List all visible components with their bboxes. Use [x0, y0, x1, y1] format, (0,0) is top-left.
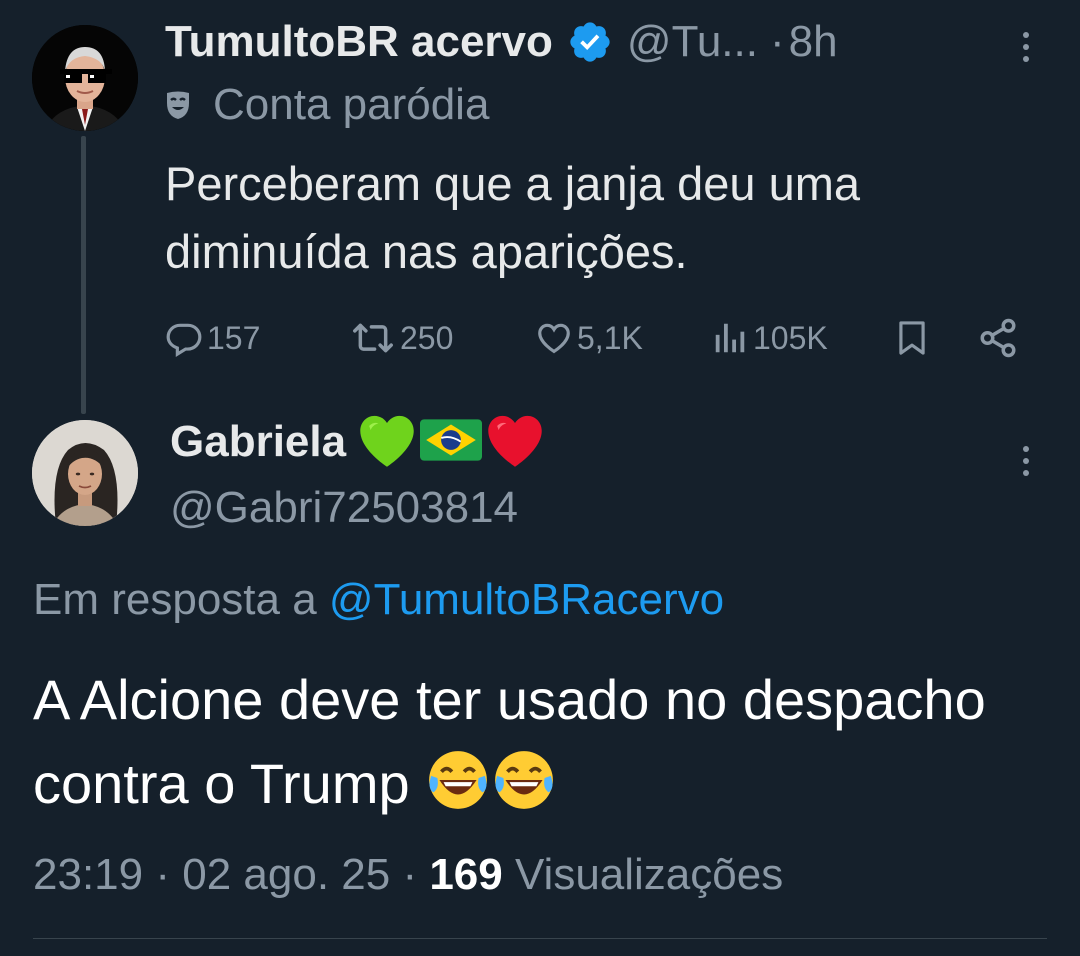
header-separator: ·: [769, 17, 785, 66]
parent-tweet-text: Perceberam que a janja deu uma diminuída…: [165, 157, 860, 278]
share-button[interactable]: [977, 310, 1023, 366]
views-count: 105K: [753, 319, 828, 356]
parent-handle[interactable]: @Tu...: [627, 17, 758, 67]
reply-date[interactable]: 02 ago. 25: [182, 850, 390, 899]
reply-tweet-text: A Alcione deve ter usado no despacho con…: [33, 658, 1053, 836]
red-heart-icon: [484, 412, 546, 473]
reply-view-count: 169: [429, 850, 503, 899]
divider: [33, 938, 1047, 939]
green-heart-icon: [356, 412, 418, 473]
reply-handle[interactable]: @Gabri72503814: [170, 480, 518, 536]
parent-avatar[interactable]: [32, 25, 138, 131]
verified-badge-icon: [567, 19, 613, 65]
in-reply-mention-link[interactable]: @TumultoBRacervo: [329, 575, 724, 624]
brazil-flag-icon: [420, 418, 483, 466]
reply-display-name[interactable]: Gabriela: [170, 417, 346, 467]
parody-label-row: Conta paródia: [165, 78, 489, 132]
reply-button[interactable]: 157: [165, 310, 260, 366]
reply-more-icon[interactable]: [1020, 446, 1032, 476]
reply-meta: 23:19 · 02 ago. 25 · 169 Visualizações: [33, 845, 783, 905]
reply-avatar[interactable]: [32, 420, 138, 526]
meta-separator: ·: [402, 850, 418, 899]
repost-button[interactable]: 250: [350, 310, 453, 366]
laughing-tears-emoji-icon: [425, 747, 491, 836]
thread-line: [81, 136, 86, 414]
views-icon: [715, 323, 745, 353]
views-button[interactable]: 105K: [711, 310, 828, 366]
bookmark-icon: [899, 321, 925, 355]
parent-display-name[interactable]: TumultoBR acervo: [165, 17, 553, 67]
reply-time[interactable]: 23:19: [33, 850, 143, 899]
laughing-tears-emoji-icon: [491, 747, 557, 836]
reply-count: 157: [207, 319, 261, 356]
parent-header: TumultoBR acervo @Tu... · 8h: [165, 14, 838, 70]
share-icon: [980, 318, 1016, 358]
like-button[interactable]: 5,1K: [535, 310, 643, 366]
reply-header: Gabriela: [170, 410, 548, 474]
in-reply-prefix: Em resposta a: [33, 575, 317, 624]
reply-icon: [166, 323, 202, 357]
parody-label: Conta paródia: [213, 80, 490, 129]
parent-time[interactable]: 8h: [789, 17, 838, 67]
like-count: 5,1K: [577, 319, 643, 356]
parody-mask-icon: [167, 91, 189, 119]
in-reply-to: Em resposta a @TumultoBRacervo: [33, 570, 724, 630]
heart-icon: [538, 323, 570, 354]
meta-separator: ·: [155, 850, 170, 899]
repost-count: 250: [400, 319, 454, 356]
repost-icon: [353, 323, 393, 353]
parent-more-icon[interactable]: [1020, 32, 1032, 62]
parent-actions: 157 250 5,1K 105K: [165, 310, 1025, 366]
reply-view-label: Visualizações: [514, 850, 784, 899]
bookmark-button[interactable]: [893, 310, 935, 366]
